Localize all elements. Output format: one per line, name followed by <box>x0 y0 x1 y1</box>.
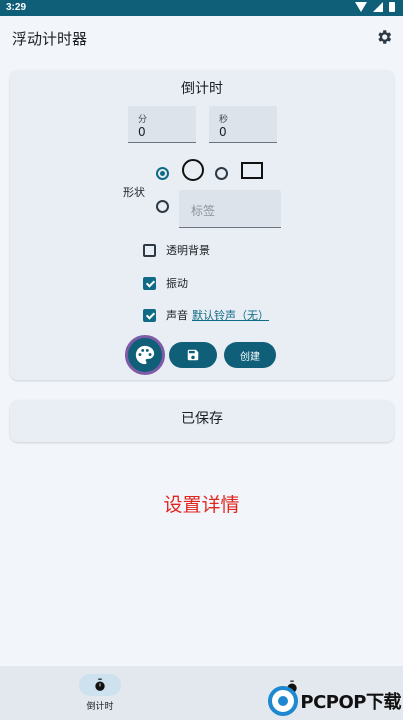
details-link[interactable]: 设置详情 <box>0 490 403 517</box>
shape-label: 形状 <box>123 186 145 199</box>
circle-shape-icon <box>182 159 204 181</box>
vibrate-label: 振动 <box>166 277 188 290</box>
seconds-value: 0 <box>219 125 227 139</box>
vibrate-row[interactable]: 振动 <box>143 275 188 291</box>
status-time: 3:29 <box>6 2 27 13</box>
gear-icon[interactable] <box>375 28 393 46</box>
seconds-field[interactable]: 秒 0 <box>209 106 277 143</box>
app-bar: 浮动计时器 <box>0 16 403 60</box>
palette-button[interactable] <box>125 335 165 375</box>
minutes-label: 分 <box>138 115 148 125</box>
sound-label: 声音 <box>166 309 188 322</box>
transparent-bg-label: 透明背景 <box>166 244 210 257</box>
transparent-bg-checkbox[interactable] <box>143 243 156 257</box>
sound-row[interactable]: 声音 默认铃声（无） <box>143 307 269 323</box>
countdown-card: 倒计时 分 0 秒 0 形状 标签 透明背景 振动 声音 默认铃声（无） 创建 <box>10 70 394 380</box>
save-icon <box>187 349 199 361</box>
wifi-icon <box>355 2 367 12</box>
status-icons <box>355 2 395 12</box>
save-button[interactable] <box>169 342 217 368</box>
vibrate-checkbox[interactable] <box>143 276 156 290</box>
radio-shape-rectangle[interactable] <box>215 167 228 180</box>
app-title: 浮动计时器 <box>12 30 88 48</box>
minutes-field[interactable]: 分 0 <box>128 106 196 143</box>
ringtone-link[interactable]: 默认铃声（无） <box>192 307 269 323</box>
nav-item-countdown[interactable] <box>79 674 121 696</box>
minutes-value: 0 <box>138 125 146 139</box>
rectangle-shape-icon <box>241 162 263 179</box>
countdown-title: 倒计时 <box>181 81 223 97</box>
radio-shape-label[interactable] <box>156 200 169 213</box>
watermark-logo: PCPOP下载 <box>268 686 401 716</box>
stopwatch-icon <box>95 678 105 691</box>
nav-label-countdown: 倒计时 <box>86 702 114 712</box>
seconds-label: 秒 <box>219 115 229 125</box>
signal-icon <box>373 2 383 12</box>
tag-placeholder: 标签 <box>191 204 216 218</box>
saved-card: 已保存 <box>10 400 394 442</box>
saved-title: 已保存 <box>181 411 223 427</box>
radio-shape-circle[interactable] <box>156 167 169 180</box>
watermark-text: PCPOP下载 <box>300 692 401 713</box>
sound-checkbox[interactable] <box>143 308 156 322</box>
status-bar: 3:29 <box>0 0 403 16</box>
battery-icon <box>389 2 395 12</box>
create-button[interactable]: 创建 <box>224 342 276 368</box>
transparent-bg-row[interactable]: 透明背景 <box>143 242 210 258</box>
watermark-icon <box>268 686 299 716</box>
tag-input[interactable]: 标签 <box>179 190 281 228</box>
palette-icon <box>135 345 155 365</box>
